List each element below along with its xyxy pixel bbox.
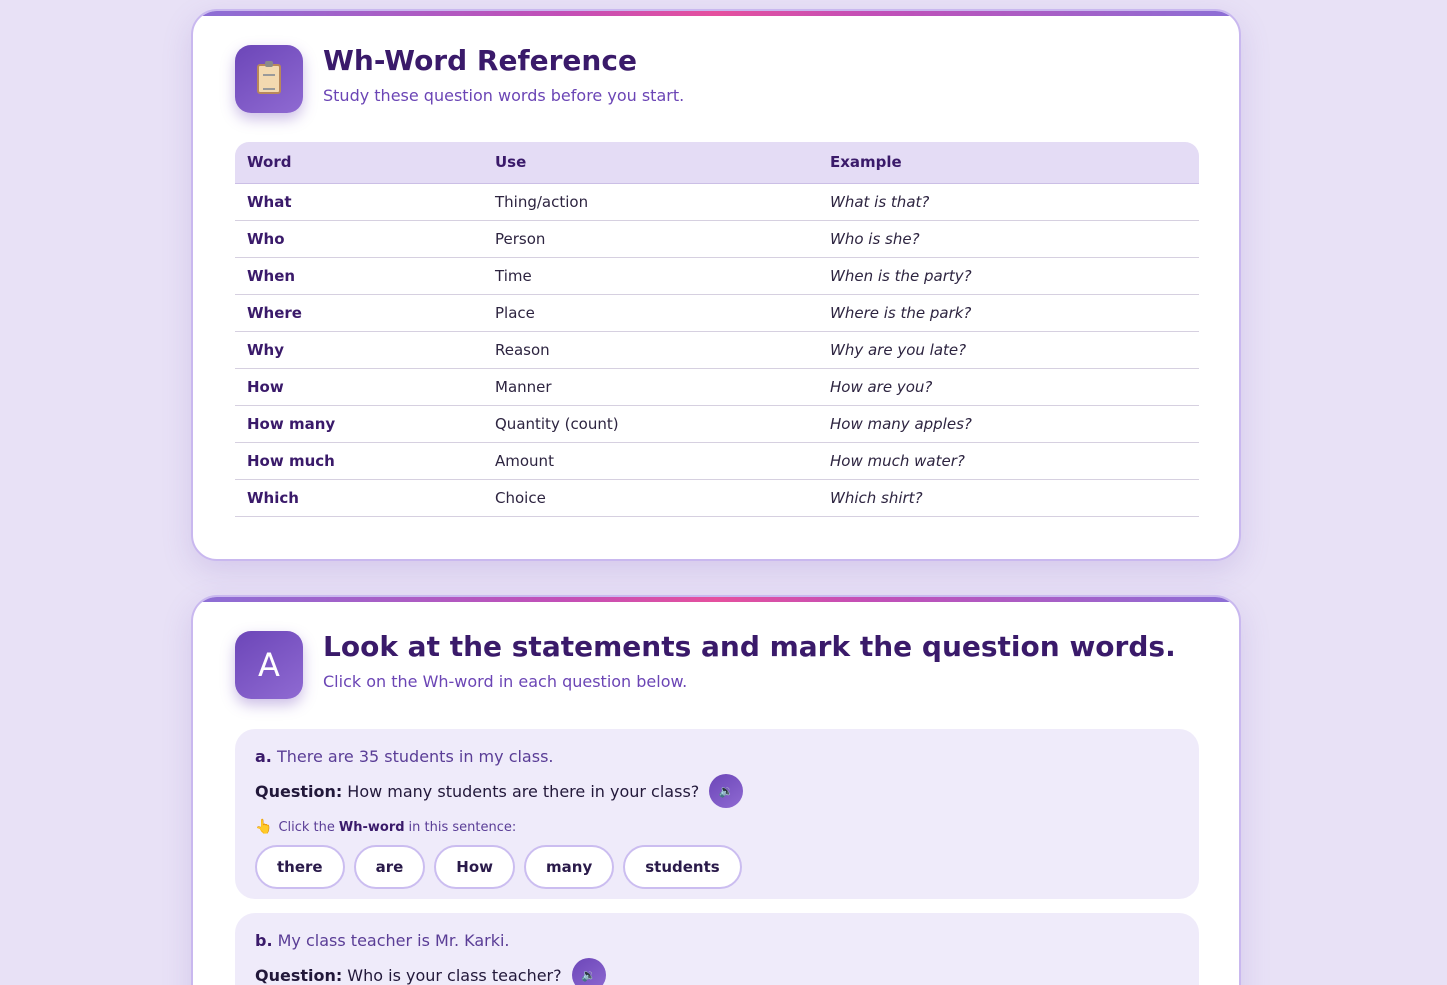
cell-use: Person: [483, 220, 818, 258]
section-a-header: A Look at the statements and mark the qu…: [235, 631, 1176, 699]
item-letter: a.: [255, 747, 272, 766]
word-chip[interactable]: How: [434, 845, 516, 889]
cell-word: How many: [235, 405, 483, 443]
cell-example: How many apples?: [818, 405, 1199, 443]
table-row: Which Choice Which shirt?: [235, 479, 1199, 517]
section-letter-badge: A: [235, 631, 303, 699]
reference-title: Wh-Word Reference: [323, 44, 637, 77]
table-row: Where Place Where is the park?: [235, 294, 1199, 332]
word-chip[interactable]: many: [524, 845, 615, 889]
hint-prefix: Click the: [278, 819, 335, 835]
column-header-word: Word: [235, 142, 483, 184]
cell-use: Time: [483, 257, 818, 295]
cell-word: Why: [235, 331, 483, 369]
question-label: Question:: [255, 965, 343, 985]
cell-word: When: [235, 257, 483, 295]
statement-text: My class teacher is Mr. Karki.: [277, 931, 510, 950]
cell-example: Who is she?: [818, 220, 1199, 258]
question-label: Question:: [255, 781, 343, 801]
cell-use: Place: [483, 294, 818, 332]
cell-example: Where is the park?: [818, 294, 1199, 332]
question-line: Question: How many students are there in…: [255, 774, 1179, 808]
question-item-a: a. There are 35 students in my class. Qu…: [235, 729, 1199, 899]
cell-word: Where: [235, 294, 483, 332]
cell-word: Which: [235, 479, 483, 517]
reference-header: Wh-Word Reference Study these question w…: [235, 45, 684, 113]
reference-subtitle: Study these question words before you st…: [323, 85, 685, 105]
hint-suffix: in this sentence:: [408, 819, 517, 835]
question-line: Question: Who is your class teacher? 🔉: [255, 958, 1179, 985]
clipboard-icon: [235, 45, 303, 113]
word-chip[interactable]: students: [623, 845, 742, 889]
table-row: How much Amount How much water?: [235, 442, 1199, 480]
table-row: Why Reason Why are you late?: [235, 331, 1199, 369]
wh-word-table: Word Use Example What Thing/action What …: [235, 142, 1199, 517]
word-chips: there are How many students: [255, 845, 1179, 889]
item-letter: b.: [255, 931, 273, 950]
speaker-icon[interactable]: 🔉: [709, 774, 744, 808]
table-header-row: Word Use Example: [235, 142, 1199, 184]
cell-example: Why are you late?: [818, 331, 1199, 369]
question-text: How many students are there in your clas…: [347, 781, 700, 801]
cell-word: How: [235, 368, 483, 406]
table-row: How Manner How are you?: [235, 368, 1199, 406]
section-a-card: A Look at the statements and mark the qu…: [191, 595, 1241, 985]
section-a-subtitle: Click on the Wh-word in each question be…: [323, 671, 688, 691]
table-row: Who Person Who is she?: [235, 220, 1199, 258]
word-chip[interactable]: there: [255, 845, 345, 889]
section-a-title: Look at the statements and mark the ques…: [323, 630, 1176, 663]
statement: b. My class teacher is Mr. Karki.: [255, 931, 1179, 950]
cell-example: Which shirt?: [818, 479, 1199, 517]
pointing-hand-icon: 👆: [255, 819, 273, 835]
cell-use: Manner: [483, 368, 818, 406]
hint-bold: Wh-word: [338, 819, 405, 835]
cell-use: Reason: [483, 331, 818, 369]
card-accent-strip: [193, 11, 1239, 16]
cell-use: Quantity (count): [483, 405, 818, 443]
hint-line: 👆 Click the Wh-word in this sentence:: [255, 819, 1179, 835]
question-text: Who is your class teacher?: [347, 965, 562, 985]
table-row: How many Quantity (count) How many apple…: [235, 405, 1199, 443]
cell-example: How are you?: [818, 368, 1199, 406]
cell-use: Choice: [483, 479, 818, 517]
column-header-use: Use: [483, 142, 818, 184]
statement-text: There are 35 students in my class.: [276, 747, 554, 766]
statement: a. There are 35 students in my class.: [255, 747, 1179, 766]
page: Wh-Word Reference Study these question w…: [0, 0, 1447, 985]
column-header-example: Example: [818, 142, 1199, 184]
cell-example: When is the party?: [818, 257, 1199, 295]
reference-card: Wh-Word Reference Study these question w…: [191, 9, 1241, 561]
cell-word: What: [235, 183, 483, 221]
cell-word: Who: [235, 220, 483, 258]
question-item-b: b. My class teacher is Mr. Karki. Questi…: [235, 913, 1199, 985]
speaker-icon[interactable]: 🔉: [571, 958, 606, 985]
word-chip[interactable]: are: [353, 845, 426, 889]
table-row: What Thing/action What is that?: [235, 183, 1199, 221]
cell-use: Thing/action: [483, 183, 818, 221]
cell-word: How much: [235, 442, 483, 480]
cell-use: Amount: [483, 442, 818, 480]
cell-example: How much water?: [818, 442, 1199, 480]
card-accent-strip: [193, 597, 1239, 602]
cell-example: What is that?: [818, 183, 1199, 221]
table-row: When Time When is the party?: [235, 257, 1199, 295]
